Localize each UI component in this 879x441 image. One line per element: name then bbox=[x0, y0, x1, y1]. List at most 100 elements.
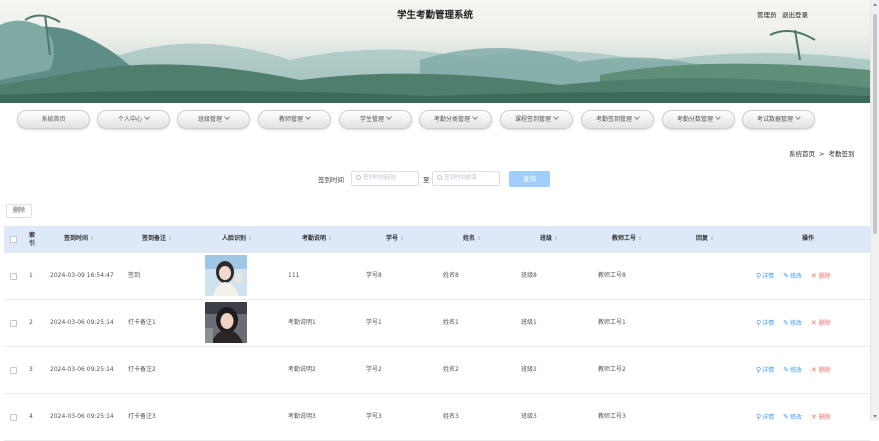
row-checkbox[interactable] bbox=[10, 367, 17, 374]
nav-item-teacher[interactable]: 教师管理 bbox=[258, 110, 331, 129]
edit-icon: ✎ bbox=[783, 272, 789, 280]
nav-item-home[interactable]: 系统首页 bbox=[17, 110, 90, 129]
vertical-scrollbar[interactable] bbox=[870, 0, 879, 421]
edit-icon: ✎ bbox=[783, 366, 789, 374]
sort-icon[interactable]: ⇕ bbox=[328, 226, 332, 252]
cell-class: 班级8 bbox=[521, 272, 537, 279]
sort-icon[interactable]: ⇕ bbox=[90, 226, 94, 252]
nav-item-student[interactable]: 学生管理 bbox=[339, 110, 412, 129]
detail-label: 详情 bbox=[762, 367, 775, 374]
breadcrumb-separator: > bbox=[819, 150, 825, 158]
chevron-down-icon bbox=[634, 114, 640, 120]
nav-item-attendance-category[interactable]: 考勤分类管理 bbox=[419, 110, 492, 129]
chevron-down-icon bbox=[472, 114, 478, 120]
column-sign-time[interactable]: 签到时间 ⇕ bbox=[64, 226, 94, 252]
nav-item-class[interactable]: 班级管理 bbox=[177, 110, 250, 129]
detail-button[interactable]: ⚲详情 bbox=[756, 366, 775, 374]
sort-icon[interactable]: ⇕ bbox=[477, 226, 481, 252]
sort-icon[interactable]: ⇕ bbox=[168, 226, 172, 252]
table-header: 索引 签到时间 ⇕ 签到备注 ⇕ 人脸识别 ⇕ 考勤说明 ⇕ 学号 ⇕ 姓名 ⇕ 班级 ⇕ 教… bbox=[4, 226, 870, 253]
nav-item-personal-center[interactable]: 个人中心 bbox=[97, 110, 170, 129]
batch-delete-button[interactable]: 删除 bbox=[6, 204, 32, 218]
column-teacher-no[interactable]: 教师工号 ⇕ bbox=[612, 226, 642, 252]
sort-icon[interactable]: ⇕ bbox=[554, 226, 558, 252]
attendance-table: 索引 签到时间 ⇕ 签到备注 ⇕ 人脸识别 ⇕ 考勤说明 ⇕ 学号 ⇕ 姓名 ⇕ 班级 ⇕ 教… bbox=[4, 226, 870, 441]
table-row[interactable]: 3 2024-03-06 09:25:14 打卡备注2 考勤说明2 学号2 姓名… bbox=[4, 347, 870, 394]
cell-sign-time: 2024-03-06 09:25:14 bbox=[50, 319, 114, 326]
edit-button[interactable]: ✎修改 bbox=[783, 413, 802, 421]
edit-button[interactable]: ✎修改 bbox=[783, 366, 802, 374]
sort-icon[interactable]: ⇕ bbox=[248, 226, 252, 252]
cell-sign-time: 2024-03-06 09:25:14 bbox=[50, 366, 114, 373]
sort-icon[interactable]: ⇕ bbox=[400, 226, 404, 252]
row-actions: ⚲详情 ✎修改 ✕ 删除 bbox=[756, 300, 838, 346]
start-time-input[interactable]: 签到时间起始 bbox=[351, 171, 419, 186]
column-desc[interactable]: 考勤说明 ⇕ bbox=[302, 226, 332, 252]
nav-item-label: 教师管理 bbox=[278, 116, 303, 123]
scrollbar-thumb[interactable] bbox=[873, 14, 877, 234]
nav-item-exam-data[interactable]: 考试数据管理 bbox=[742, 110, 815, 129]
end-time-input[interactable]: 签到时间结束 bbox=[432, 171, 500, 186]
search-icon: ⚲ bbox=[756, 413, 762, 421]
row-actions: ⚲详情 ✎修改 ✕ 删除 bbox=[756, 394, 838, 440]
row-actions: ⚲详情 ✎修改 ✕ 删除 bbox=[756, 347, 838, 393]
delete-button[interactable]: ✕ 删除 bbox=[810, 366, 831, 374]
search-label: 签到时间 bbox=[318, 176, 344, 184]
column-class[interactable]: 班级 ⇕ bbox=[540, 226, 558, 252]
column-label: 签到时间 bbox=[64, 235, 89, 242]
detail-button[interactable]: ⚲详情 bbox=[756, 272, 774, 280]
cell-sign-note: 打卡备注3 bbox=[128, 413, 156, 420]
cell-desc: 考勤说明2 bbox=[288, 366, 316, 373]
column-name[interactable]: 姓名 ⇕ bbox=[463, 226, 481, 252]
cell-teacher-no: 教师工号2 bbox=[598, 366, 626, 373]
nav-item-label: 个人中心 bbox=[117, 116, 142, 123]
nav-item-label: 学生管理 bbox=[359, 116, 384, 123]
delete-button[interactable]: ✕ 删除 bbox=[811, 413, 831, 421]
cell-desc: 考勤说明3 bbox=[288, 413, 316, 420]
column-student-no[interactable]: 学号 ⇕ bbox=[386, 226, 404, 252]
delete-label: 删除 bbox=[818, 273, 831, 280]
delete-label: 删除 bbox=[818, 414, 831, 421]
cell-student-no: 学号3 bbox=[366, 413, 382, 420]
chevron-down-icon bbox=[144, 114, 150, 120]
cell-teacher-no: 教师工号3 bbox=[598, 413, 626, 420]
scroll-down-icon[interactable] bbox=[873, 415, 877, 418]
delete-button[interactable]: ✕ 删除 bbox=[810, 319, 831, 327]
table-row[interactable]: 1 2024-03-09 16:54:47 签到 111 学号8 姓名8 班级8… bbox=[4, 253, 870, 300]
delete-button[interactable]: ✕ 删除 bbox=[811, 272, 831, 280]
row-checkbox[interactable] bbox=[10, 273, 17, 280]
close-icon: ✕ bbox=[810, 366, 817, 374]
close-icon: ✕ bbox=[810, 319, 817, 327]
nav-item-label: 考勤分数管理 bbox=[676, 116, 713, 123]
clock-icon bbox=[437, 175, 442, 180]
row-checkbox[interactable] bbox=[10, 320, 17, 327]
cell-sign-note: 打卡备注1 bbox=[128, 319, 156, 326]
table-row[interactable]: 2 2024-03-06 09:25:14 打卡备注1 考勤说明1 学号1 姓名… bbox=[4, 300, 870, 347]
cell-teacher-no: 教师工号8 bbox=[598, 272, 626, 279]
scroll-up-icon[interactable] bbox=[873, 3, 877, 6]
edit-button[interactable]: ✎修改 bbox=[783, 319, 802, 327]
column-reply[interactable]: 回复 ⇕ bbox=[696, 226, 714, 252]
table-row[interactable]: 4 2024-03-06 09:25:14 打卡备注3 考勤说明3 学号3 姓名… bbox=[4, 394, 870, 441]
sort-icon[interactable]: ⇕ bbox=[710, 226, 714, 252]
query-button[interactable]: 查询 bbox=[509, 171, 550, 187]
row-checkbox[interactable] bbox=[10, 414, 17, 421]
breadcrumb-home[interactable]: 系统首页 bbox=[789, 150, 815, 158]
nav-item-course-checkin[interactable]: 课程签到管理 bbox=[500, 110, 573, 129]
row-actions: ⚲详情 ✎修改 ✕ 删除 bbox=[756, 253, 838, 299]
face-photo[interactable] bbox=[205, 302, 247, 343]
nav-item-attendance-score[interactable]: 考勤分数管理 bbox=[662, 110, 735, 129]
detail-button[interactable]: ⚲详情 bbox=[756, 413, 774, 421]
detail-button[interactable]: ⚲详情 bbox=[756, 319, 774, 327]
cell-sign-time: 2024-03-09 16:54:47 bbox=[50, 272, 114, 279]
column-sign-note[interactable]: 签到备注 ⇕ bbox=[142, 226, 172, 252]
logout-link[interactable]: 退出登录 bbox=[782, 9, 808, 19]
cell-index: 3 bbox=[29, 366, 33, 373]
range-separator: 至 bbox=[423, 176, 430, 184]
column-face[interactable]: 人脸识别 ⇕ bbox=[222, 226, 252, 252]
face-photo[interactable] bbox=[205, 255, 247, 296]
select-all-checkbox[interactable] bbox=[10, 236, 17, 243]
sort-icon[interactable]: ⇕ bbox=[638, 226, 642, 252]
nav-item-attendance-checkin[interactable]: 考勤签到管理 bbox=[581, 110, 654, 129]
edit-button[interactable]: ✎修改 bbox=[783, 272, 802, 280]
